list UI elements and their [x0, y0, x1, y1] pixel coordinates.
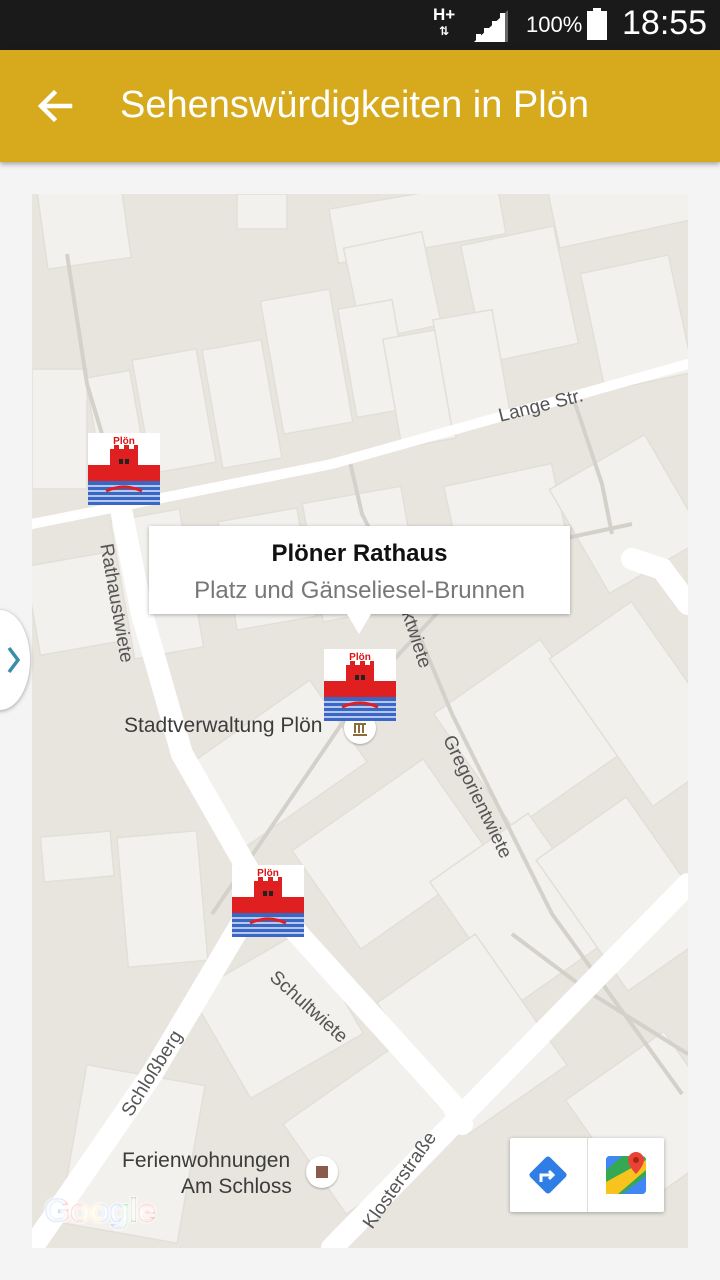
signal-icon	[474, 10, 508, 42]
chevron-right-icon	[7, 646, 21, 674]
info-window-subtitle: Platz und Gänseliesel-Brunnen	[194, 577, 525, 604]
lodging-icon[interactable]	[306, 1156, 338, 1188]
map-marker[interactable]: Plön	[88, 433, 160, 505]
poi-label: Stadtverwaltung Plön	[124, 714, 323, 737]
info-window-title: Plöner Rathaus	[271, 540, 448, 567]
clock: 18:55	[622, 4, 708, 42]
map-view[interactable]: Lange Str. Rathaustwiete ktwiete Gregori…	[32, 194, 688, 1248]
directions-icon	[529, 1156, 567, 1194]
data-arrows-icon: ⇅	[439, 24, 450, 38]
marker-info-window[interactable]: Plöner Rathaus Platz und Gänseliesel-Bru…	[149, 526, 570, 634]
open-in-maps-button[interactable]	[588, 1138, 664, 1212]
poi-label: Ferienwohnungen	[122, 1149, 291, 1172]
map-toolbar	[510, 1138, 664, 1212]
app-bar: Sehenswürdigkeiten in Plön	[0, 50, 720, 162]
directions-button[interactable]	[510, 1138, 586, 1212]
ploen-crest-icon: Plön	[232, 865, 304, 937]
ploen-crest-icon: Plön	[88, 433, 160, 505]
google-logo: Google	[44, 1192, 156, 1231]
drawer-toggle[interactable]	[0, 610, 30, 710]
battery-percent: 100%	[526, 12, 583, 37]
back-arrow-icon[interactable]	[30, 80, 82, 132]
status-bar: H+ ⇅ 100% 18:55	[0, 0, 720, 50]
ploen-crest-icon: Plön	[324, 649, 396, 721]
google-logo-text: Google	[44, 1192, 156, 1230]
network-type: H+	[433, 5, 456, 24]
network-indicator: H+ ⇅	[433, 5, 456, 39]
google-maps-icon	[606, 1152, 646, 1194]
poi-label: Am Schloss	[181, 1175, 292, 1198]
map-marker-selected[interactable]: Plön	[324, 649, 396, 721]
page-title: Sehenswürdigkeiten in Plön	[120, 84, 589, 126]
info-window-pointer	[347, 614, 371, 634]
map-marker[interactable]: Plön	[232, 865, 304, 937]
battery-icon	[587, 8, 607, 40]
